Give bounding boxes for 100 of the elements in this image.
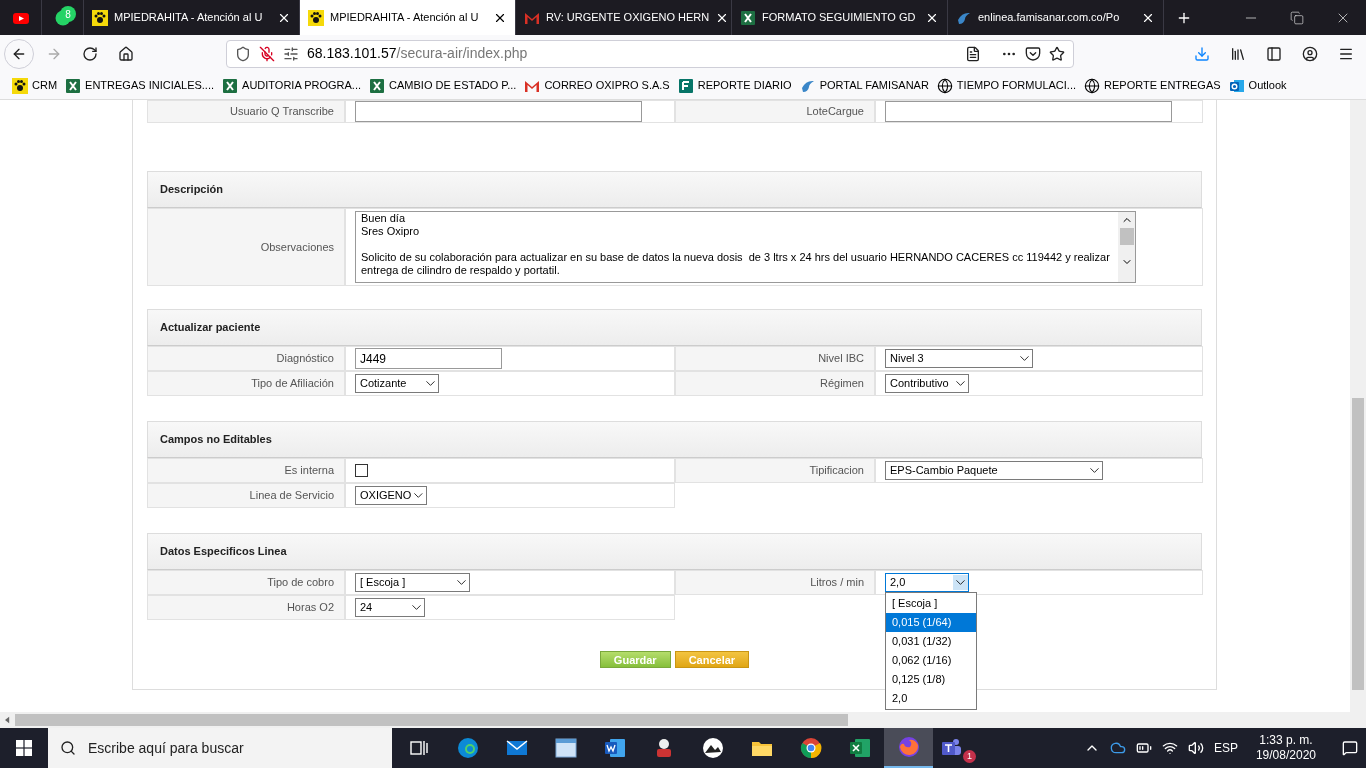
dropdown-option[interactable]: [ Escoja ] <box>886 594 976 613</box>
select-field[interactable]: [ Escoja ] <box>355 573 470 592</box>
text-line: Sres Oxipro <box>361 225 421 238</box>
library-icon[interactable] <box>1230 45 1246 62</box>
dropdown-option[interactable]: 0,031 (1/32) <box>886 632 976 651</box>
task-view-icon[interactable] <box>408 738 429 758</box>
badge: 8 <box>60 6 76 22</box>
observations-textarea[interactable] <box>355 211 1136 283</box>
field-label: Linea de Servicio <box>147 483 345 508</box>
bookmark[interactable]: CAMBIO DE ESTADO P... <box>369 77 517 94</box>
cloud-icon[interactable] <box>1109 740 1126 756</box>
globe-icon <box>936 77 953 94</box>
field-label: Observaciones <box>147 208 345 286</box>
bookmark[interactable]: AUDITORIA PROGRA... <box>222 77 362 94</box>
chevron-icon <box>953 575 968 590</box>
fox-browser-icon[interactable] <box>896 735 921 759</box>
bookmark[interactable]: REPORTE DIARIO <box>677 77 792 94</box>
badge: 1 <box>963 750 976 763</box>
tab-title: MPIEDRAHITA - Atención al U <box>114 10 264 26</box>
text-field[interactable]: J449 <box>355 348 502 369</box>
tab-title: FORMATO SEGUIMIENTO GD <box>762 10 917 26</box>
field-label: Tipo de cobro <box>147 570 345 595</box>
shield-icon <box>235 45 251 62</box>
notifications-icon[interactable] <box>1342 740 1358 756</box>
reload-icon[interactable] <box>82 45 98 62</box>
vertical-scrollbar[interactable] <box>1350 100 1366 712</box>
pocket-icon[interactable] <box>1025 45 1041 62</box>
scroll-thumb[interactable] <box>1119 228 1134 245</box>
form-icon <box>677 77 694 94</box>
spreadsheet-icon <box>222 77 239 94</box>
horizontal-scrollbar[interactable] <box>0 712 1366 728</box>
section-header: Campos no Editables <box>147 421 1202 458</box>
bookmark[interactable]: ENTREGAS INICIALES.... <box>65 77 215 94</box>
language-indicator[interactable]: ESP <box>1213 739 1238 757</box>
download-icon[interactable] <box>1194 45 1210 62</box>
bookmark[interactable]: CORREO OXIPRO S.A.S <box>524 77 670 94</box>
field-label: Tipificacion <box>675 458 875 483</box>
taskbar-app[interactable]: 1 <box>933 728 982 768</box>
spreadsheet-icon[interactable] <box>847 736 872 760</box>
text-field[interactable] <box>355 101 642 122</box>
url-text: 68.183.101.57/secura-air/index.php <box>307 44 528 63</box>
select-field[interactable]: Contributivo <box>885 374 969 393</box>
text-field[interactable] <box>885 101 1172 122</box>
star-icon[interactable] <box>1049 45 1065 62</box>
section-header: Descripción <box>147 171 1202 208</box>
volume-icon[interactable] <box>1187 740 1204 756</box>
paw-icon <box>92 9 108 26</box>
home-icon[interactable] <box>118 45 134 62</box>
wifi-icon[interactable] <box>1161 740 1178 756</box>
scroll-left-icon[interactable] <box>5 716 10 724</box>
browser-icon[interactable] <box>798 736 823 760</box>
select-field[interactable]: 2,0 <box>885 573 969 592</box>
document-icon[interactable] <box>602 736 627 760</box>
taskbar-search[interactable]: Escribe aquí para buscar <box>48 728 392 768</box>
globe-icon <box>1084 77 1101 94</box>
paw-icon <box>308 9 324 26</box>
sidebar-icon[interactable] <box>1266 45 1282 62</box>
bookmark[interactable]: PORTAL FAMISANAR <box>799 77 929 94</box>
select-field[interactable]: EPS-Cambio Paquete <box>885 461 1103 480</box>
clock-time: 1:33 p. m. <box>1259 733 1313 748</box>
permissions-icon <box>283 45 299 62</box>
field-label: LoteCargue <box>675 100 875 123</box>
bookmark[interactable]: TIEMPO FORMULACI... <box>936 77 1077 94</box>
bookmark[interactable]: CRM <box>12 77 58 94</box>
browser-tab[interactable]: MPIEDRAHITA - Atención al U <box>300 0 516 35</box>
select-field[interactable]: 24 <box>355 598 425 617</box>
reader-icon[interactable] <box>965 45 981 62</box>
dropdown-option[interactable]: 0,062 (1/16) <box>886 651 976 670</box>
field-label: Usuario Q Transcribe <box>147 100 345 123</box>
field-label: Horas O2 <box>147 595 345 620</box>
select-field[interactable]: Nivel 3 <box>885 349 1033 368</box>
battery-icon[interactable] <box>1135 740 1152 756</box>
clock-date: 19/08/2020 <box>1255 748 1316 763</box>
mail-icon <box>1228 77 1245 94</box>
text-line: Solicito de su colaboración para actualizar en su base de datos la nueva dosis de 3 ltrs x 24 hrs del usuario HERNANDO CACERES cc 119442 y realizar entrega de cilindro de respaldo y portatil. <box>361 251 1111 277</box>
dropdown-option[interactable]: 0,125 (1/8) <box>886 670 976 689</box>
checkbox[interactable] <box>355 464 368 477</box>
address-bar[interactable]: 68.183.101.57/secura-air/index.php <box>226 39 1074 68</box>
dropdown-option[interactable]: 0,015 (1/64) <box>886 613 976 632</box>
field-label: Tipo de Afiliación <box>147 371 345 396</box>
mountain-icon[interactable] <box>700 736 725 760</box>
bookmark[interactable]: REPORTE ENTREGAS <box>1084 77 1221 94</box>
field-label: Nivel IBC <box>675 346 875 371</box>
select-field[interactable]: Cotizante <box>355 374 439 393</box>
search-icon <box>60 740 76 756</box>
field-label: Diagnóstico <box>147 346 345 371</box>
windows-start-icon[interactable] <box>16 740 32 756</box>
window-icon[interactable] <box>553 736 578 760</box>
mic-off-icon <box>259 45 275 62</box>
account-icon[interactable] <box>1302 45 1318 62</box>
select-field[interactable]: OXIGENO <box>355 486 427 505</box>
field-label: Litros / min <box>675 570 875 595</box>
bookmark[interactable]: Outlook <box>1228 77 1287 94</box>
spreadsheet-icon <box>369 77 386 94</box>
text-line: Buen día <box>361 212 407 225</box>
browser-icon[interactable] <box>455 736 480 760</box>
field-label: Régimen <box>675 371 875 396</box>
spreadsheet-icon <box>740 9 756 26</box>
restore-icon[interactable] <box>1290 10 1304 25</box>
dropdown-option[interactable]: 2,0 <box>886 689 976 708</box>
